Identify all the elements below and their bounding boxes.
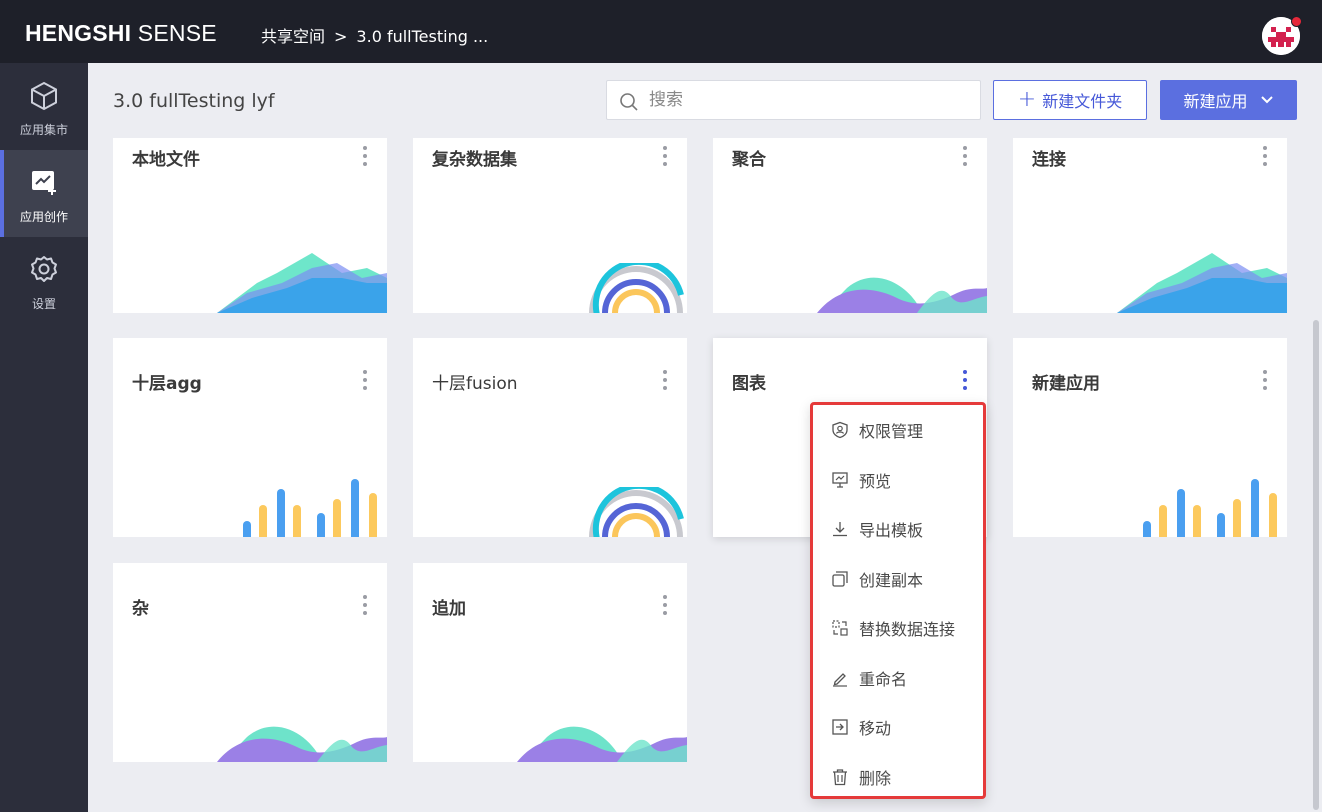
menu-item-move[interactable]: 移动: [813, 707, 983, 747]
more-options-icon[interactable]: [1261, 144, 1269, 170]
sidebar-item-app-market[interactable]: 应用集市: [0, 63, 88, 150]
more-options-icon[interactable]: [1261, 368, 1269, 394]
new-app-label: 新建应用: [1183, 92, 1248, 111]
app-card[interactable]: 聚合: [713, 138, 987, 313]
menu-item-label: 重命名: [859, 670, 908, 689]
breadcrumb-current: 3.0 fullTesting ...: [356, 27, 489, 46]
breadcrumb: 共享空间 >3.0 fullTesting ...: [261, 23, 488, 47]
menu-item-export-template[interactable]: 导出模板: [813, 509, 983, 549]
gear-icon: [31, 256, 57, 282]
app-card[interactable]: 复杂数据集: [413, 138, 687, 313]
sidebar-item-app-create[interactable]: 应用创作: [0, 150, 88, 237]
shield-user-icon: [832, 421, 848, 439]
bars-thumbnail-icon: [243, 479, 377, 537]
menu-item-label: 创建副本: [859, 571, 924, 590]
menu-item-rename[interactable]: 重命名: [813, 658, 983, 698]
new-folder-label: 新建文件夹: [1042, 92, 1123, 111]
wave-thumbnail-icon: [517, 726, 687, 762]
more-options-icon[interactable]: [361, 144, 369, 170]
sidebar-item-label: 应用集市: [19, 123, 68, 137]
card-title: 追加: [432, 599, 466, 619]
breadcrumb-root[interactable]: 共享空间: [261, 27, 325, 46]
plus-icon: +: [1017, 87, 1037, 112]
cube-icon: [31, 81, 57, 111]
menu-item-label: 预览: [859, 472, 892, 491]
sidebar-item-label: 设置: [31, 297, 56, 311]
app-logo[interactable]: HENGSHI SENSE: [25, 20, 217, 47]
new-app-button[interactable]: 新建应用: [1160, 80, 1297, 120]
card-title: 十层agg: [132, 374, 202, 394]
top-bar: HENGSHI SENSE 共享空间 >3.0 fullTesting ...: [0, 0, 1322, 63]
swap-connection-icon: [832, 620, 848, 636]
app-card[interactable]: 本地文件: [113, 138, 387, 313]
card-title: 图表: [732, 374, 766, 394]
card-title: 杂: [132, 599, 149, 619]
mountain-thumbnail-icon: [1117, 253, 1287, 313]
card-title: 连接: [1032, 150, 1066, 170]
chevron-down-icon: [1260, 96, 1273, 104]
more-options-icon[interactable]: [661, 368, 669, 394]
app-card[interactable]: 新建应用: [1013, 338, 1287, 537]
menu-item-replace-connection[interactable]: 替换数据连接: [813, 608, 983, 648]
card-title: 聚合: [732, 150, 766, 170]
chart-create-icon: [32, 171, 56, 195]
app-card[interactable]: 杂: [113, 563, 387, 762]
menu-item-label: 删除: [859, 769, 892, 788]
more-options-icon[interactable]: [361, 593, 369, 619]
more-options-icon[interactable]: [961, 368, 969, 394]
bars-thumbnail-icon: [1143, 479, 1277, 537]
preview-icon: [832, 472, 848, 488]
folder-title: 3.0 fullTesting lyf: [113, 90, 275, 112]
app-card[interactable]: 连接: [1013, 138, 1287, 313]
card-title: 本地文件: [132, 150, 200, 170]
menu-item-label: 移动: [859, 719, 892, 738]
sidebar-item-settings[interactable]: 设置: [0, 237, 88, 324]
new-folder-button[interactable]: + 新建文件夹: [993, 80, 1147, 120]
more-options-icon[interactable]: [961, 144, 969, 170]
rings-thumbnail-icon: [589, 263, 684, 313]
rings-thumbnail-icon: [589, 487, 684, 537]
card-title: 新建应用: [1032, 374, 1100, 394]
sidebar: 应用集市 应用创作 设置: [0, 63, 88, 812]
menu-item-label: 权限管理: [859, 422, 924, 441]
move-icon: [832, 719, 848, 735]
menu-item-duplicate[interactable]: 创建副本: [813, 559, 983, 599]
app-card[interactable]: 十层fusion: [413, 338, 687, 537]
menu-item-permissions[interactable]: 权限管理: [813, 410, 983, 450]
search-box[interactable]: [606, 80, 981, 120]
more-options-icon[interactable]: [661, 144, 669, 170]
wave-thumbnail-icon: [217, 726, 387, 762]
card-context-menu: 权限管理 预览 导出模板 创建副本 替换数据连接 重命名 移动 删除: [810, 402, 986, 799]
download-icon: [833, 522, 847, 537]
notification-dot: [1291, 16, 1302, 27]
search-input[interactable]: [649, 89, 949, 111]
app-card[interactable]: 追加: [413, 563, 687, 762]
more-options-icon[interactable]: [661, 593, 669, 619]
mountain-thumbnail-icon: [217, 253, 387, 313]
sidebar-item-label: 应用创作: [19, 210, 68, 224]
menu-item-label: 导出模板: [859, 521, 924, 540]
menu-item-delete[interactable]: 删除: [813, 757, 983, 797]
wave-thumbnail-icon: [817, 277, 987, 313]
menu-item-label: 替换数据连接: [859, 620, 956, 639]
breadcrumb-separator: >: [334, 27, 348, 46]
menu-item-preview[interactable]: 预览: [813, 460, 983, 500]
trash-icon: [833, 769, 847, 786]
more-options-icon[interactable]: [361, 368, 369, 394]
app-card[interactable]: 十层agg: [113, 338, 387, 537]
copy-icon: [832, 571, 848, 587]
card-title: 十层fusion: [432, 374, 518, 394]
card-title: 复杂数据集: [432, 150, 517, 170]
scrollbar[interactable]: [1313, 320, 1319, 810]
pencil-icon: [833, 673, 847, 687]
search-icon: [620, 93, 638, 111]
